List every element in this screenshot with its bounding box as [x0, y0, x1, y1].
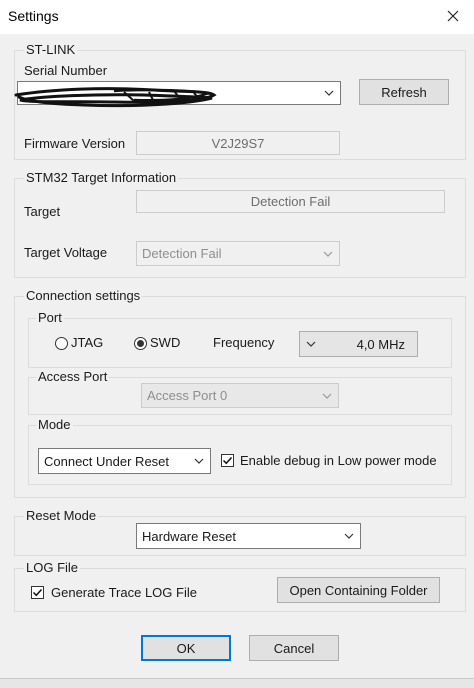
close-button[interactable] — [440, 4, 466, 28]
target-info-legend: STM32 Target Information — [24, 170, 179, 185]
low-power-label[interactable]: Enable debug in Low power mode — [240, 453, 437, 468]
reset-mode-value: Hardware Reset — [142, 528, 236, 544]
mode-select[interactable]: Connect Under Reset — [38, 448, 211, 474]
connection-settings-legend: Connection settings — [24, 288, 143, 303]
serial-number-label: Serial Number — [24, 63, 108, 78]
access-port-select: Access Port 0 — [141, 383, 339, 408]
close-icon — [447, 10, 459, 22]
chevron-down-icon — [300, 341, 322, 347]
frequency-value: 4,0 MHz — [356, 336, 405, 352]
redaction-scribble — [14, 87, 217, 108]
chevron-down-icon — [338, 533, 360, 539]
access-port-value: Access Port 0 — [147, 388, 228, 403]
cancel-button[interactable]: Cancel — [249, 635, 339, 661]
target-voltage-value: Detection Fail — [142, 246, 222, 261]
reset-mode-select[interactable]: Hardware Reset — [136, 523, 361, 549]
stlink-legend: ST-LINK — [24, 42, 78, 57]
target-voltage-label: Target Voltage — [24, 245, 108, 260]
checkmark-icon — [32, 588, 43, 597]
title-bar — [0, 0, 474, 34]
refresh-button[interactable]: Refresh — [359, 79, 449, 105]
frequency-label: Frequency — [213, 335, 275, 350]
firmware-version-label: Firmware Version — [24, 136, 126, 151]
chevron-down-icon — [316, 393, 338, 399]
swd-label[interactable]: SWD — [150, 335, 180, 350]
chevron-down-icon — [318, 90, 340, 96]
chevron-down-icon — [317, 251, 339, 257]
target-field: Detection Fail — [136, 190, 445, 213]
chevron-down-icon — [188, 458, 210, 464]
mode-legend: Mode — [36, 417, 73, 432]
generate-trace-label[interactable]: Generate Trace LOG File — [51, 585, 197, 600]
checkmark-icon — [222, 456, 233, 465]
open-containing-folder-button[interactable]: Open Containing Folder — [277, 577, 440, 603]
swd-radio[interactable] — [134, 337, 147, 350]
jtag-label[interactable]: JTAG — [71, 335, 103, 350]
access-port-legend: Access Port — [36, 369, 110, 384]
generate-trace-checkbox[interactable] — [31, 586, 44, 599]
ok-button[interactable]: OK — [141, 635, 231, 661]
target-label: Target — [24, 204, 61, 219]
firmware-version-field: V2J29S7 — [136, 131, 340, 155]
low-power-checkbox[interactable] — [221, 454, 234, 467]
port-legend: Port — [36, 310, 64, 325]
log-file-legend: LOG File — [24, 560, 81, 575]
window-title: Settings — [8, 8, 59, 24]
reset-mode-legend: Reset Mode — [24, 508, 99, 523]
mode-value: Connect Under Reset — [44, 453, 170, 469]
target-voltage-select: Detection Fail — [136, 241, 340, 266]
jtag-radio[interactable] — [55, 337, 68, 350]
frequency-select[interactable]: 4,0 MHz — [299, 331, 418, 357]
